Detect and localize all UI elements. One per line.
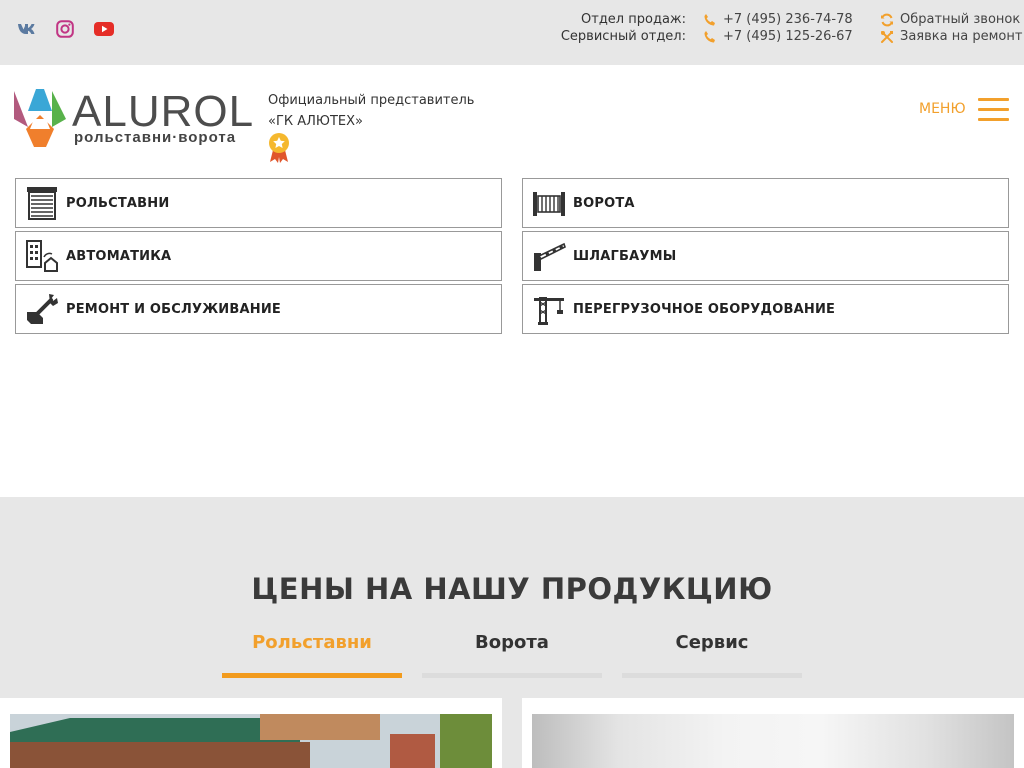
category-label: АВТОМАТИКА [66,248,172,264]
category-label: ПЕРЕГРУЗОЧНОЕ ОБОРУДОВАНИЕ [573,301,836,317]
tab-roller-shutters[interactable]: Рольставни [222,632,402,678]
category-automation[interactable]: АВТОМАТИКА [15,231,502,281]
tab-gates[interactable]: Ворота [422,632,602,678]
product-photo [532,714,1014,768]
category-label: РЕМОНТ И ОБСЛУЖИВАНИЕ [66,301,281,317]
logo-mark-icon [14,89,66,147]
hamburger-menu-icon[interactable] [978,98,1009,121]
barrier-icon [532,239,566,273]
top-bar: Отдел продаж: Сервисный отдел: +7 (495) … [0,0,1024,65]
menu-label[interactable]: МЕНЮ [919,101,966,117]
crane-icon [532,292,566,326]
category-repair-service[interactable]: РЕМОНТ И ОБСЛУЖИВАНИЕ [15,284,502,334]
instagram-icon[interactable] [54,18,76,40]
youtube-icon[interactable] [93,18,115,40]
product-card[interactable] [522,698,1024,768]
category-barriers[interactable]: ШЛАГБАУМЫ [522,231,1009,281]
vk-icon[interactable] [15,18,37,40]
automation-icon [25,239,59,273]
phone-icon [704,13,715,25]
roller-shutter-icon [25,186,59,220]
site-logo[interactable]: ALUROL рольставни·ворота [14,89,253,149]
tab-underline [222,673,402,678]
service-phone-link[interactable]: +7 (495) 125-26-67 [703,29,853,44]
callback-label: Обратный звонок [900,12,1021,27]
category-roller-shutters[interactable]: РОЛЬСТАВНИ [15,178,502,228]
refresh-icon [881,13,893,26]
service-phone-number: +7 (495) 125-26-67 [723,29,853,44]
prices-section: ЦЕНЫ НА НАШУ ПРОДУКЦИЮ Рольставни Ворота… [0,497,1024,768]
representative-line: Официальный представитель [268,93,475,108]
product-photo [10,714,492,768]
sales-department-label: Отдел продаж: [581,12,686,27]
sales-phone-number: +7 (495) 236-74-78 [723,12,853,27]
representative-company: «ГК АЛЮТЕХ» [268,114,363,129]
service-department-label: Сервисный отдел: [560,29,686,44]
callback-link[interactable]: Обратный звонок [880,12,1020,27]
tab-service[interactable]: Сервис [622,632,802,678]
category-label: ВОРОТА [573,195,635,211]
category-label: РОЛЬСТАВНИ [66,195,170,211]
tools-icon [881,30,893,43]
tab-label: Ворота [475,632,549,653]
award-badge-icon [268,132,290,164]
category-loading-equipment[interactable]: ПЕРЕГРУЗОЧНОЕ ОБОРУДОВАНИЕ [522,284,1009,334]
repair-request-label: Заявка на ремонт [900,29,1023,44]
tab-underline [622,673,802,678]
wrench-icon [25,292,59,326]
prices-title: ЦЕНЫ НА НАШУ ПРОДУКЦИЮ [251,572,773,606]
category-gates[interactable]: ВОРОТА [522,178,1009,228]
sales-phone-link[interactable]: +7 (495) 236-74-78 [703,12,853,27]
tab-label: Сервис [675,632,749,653]
tab-underline [422,673,602,678]
tab-label: Рольставни [252,632,372,653]
phone-icon [704,30,715,42]
gate-icon [532,186,566,220]
product-card[interactable] [0,698,502,768]
logo-tagline: рольставни·ворота [74,129,237,146]
category-label: ШЛАГБАУМЫ [573,248,677,264]
repair-request-link[interactable]: Заявка на ремонт [880,29,1022,44]
